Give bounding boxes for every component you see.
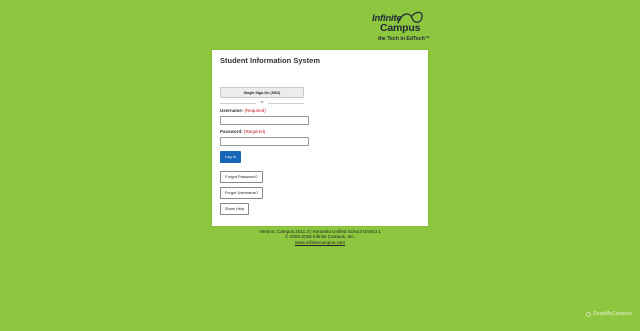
username-label: Username: (Required): [220, 108, 266, 113]
infinite-campus-logo: Infinite Campus the Tech in EdTech™: [372, 10, 434, 42]
password-label: Password: (Required): [220, 129, 265, 134]
forgot-username-button[interactable]: Forgot Username?: [220, 187, 263, 199]
show-help-button[interactable]: Show Help: [220, 203, 249, 215]
infinite-campus-website-link[interactable]: www.infinitecampus.com: [295, 240, 345, 245]
divider-line-right: [268, 102, 304, 104]
password-required-text: (Required): [244, 129, 266, 134]
single-sign-on-button[interactable]: Single Sign-On (SSO): [220, 87, 304, 98]
username-label-text: Username:: [220, 108, 244, 113]
infinity-swoosh-icon: [397, 11, 423, 24]
username-field[interactable]: [220, 116, 309, 125]
password-label-text: Password:: [220, 129, 243, 134]
page-title: Student Information System: [220, 56, 321, 65]
password-field[interactable]: [220, 137, 309, 146]
username-required-text: (Required): [244, 108, 266, 113]
or-divider: or: [220, 100, 304, 105]
watermark: SnapMyCampus: [586, 311, 632, 317]
logo-tagline: the Tech in EdTech™: [378, 36, 430, 42]
watermark-icon: [586, 311, 592, 317]
footer: Version: Campus.2511.3 | Kenosha Unified…: [212, 229, 428, 245]
watermark-text: SnapMyCampus: [593, 311, 632, 317]
login-card: Student Information System Single Sign-O…: [212, 50, 428, 226]
forgot-password-button[interactable]: Forgot Password?: [220, 171, 263, 183]
log-in-button[interactable]: Log In: [220, 151, 241, 163]
